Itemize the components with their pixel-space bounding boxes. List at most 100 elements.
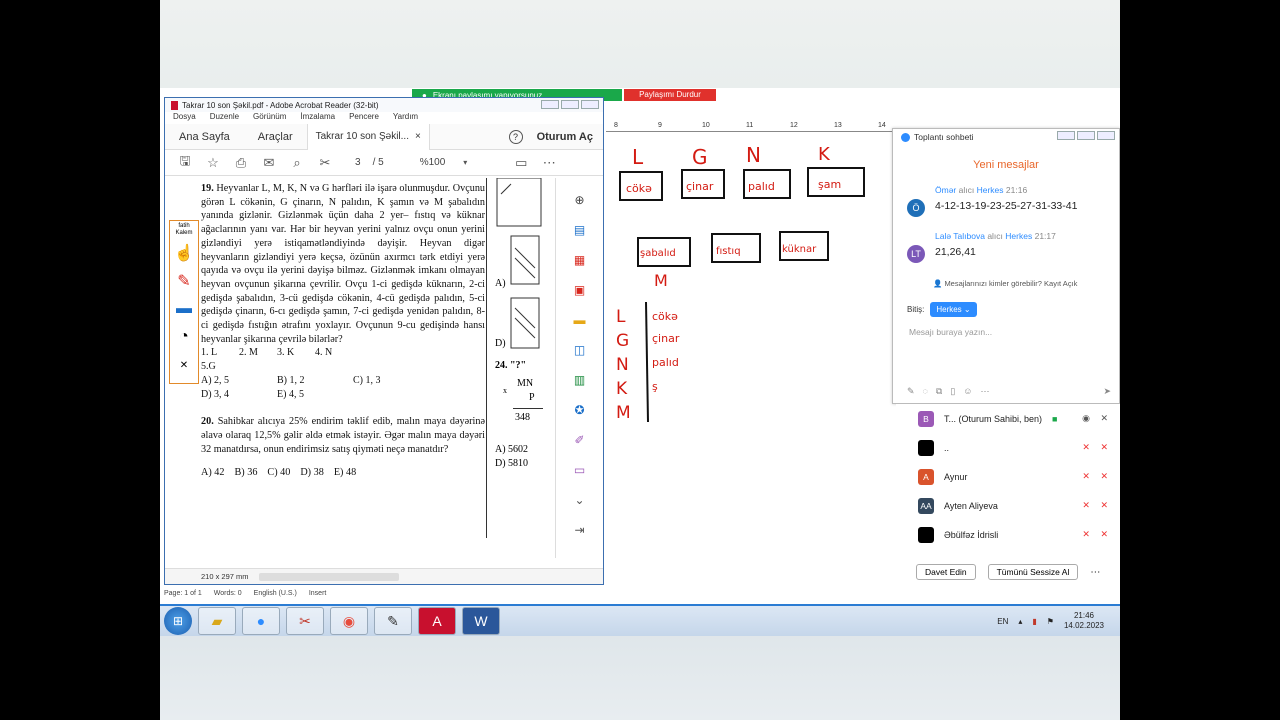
excel-icon[interactable]: ▥ [572, 372, 588, 388]
stamp-icon[interactable]: ✪ [572, 402, 588, 418]
whiteboard[interactable]: L G N K cökə çinar palıd şam şabalıd fıs… [606, 132, 896, 592]
comment-icon[interactable]: ▭ [513, 155, 529, 171]
invite-button[interactable]: Davet Edin [916, 564, 976, 580]
option-b: B) 1, 2 [277, 374, 305, 386]
close-button[interactable] [581, 100, 599, 109]
acrobat-icon[interactable]: A [418, 607, 456, 635]
shapes-icon[interactable]: ◔ [172, 325, 196, 349]
hand-icon[interactable]: ☝ [172, 241, 196, 265]
new-messages-label: Yeni mesajlar [973, 159, 1039, 171]
combine-icon[interactable]: ◫ [572, 342, 588, 358]
comment-tool-icon[interactable]: ▬ [572, 312, 588, 328]
more-options-icon[interactable]: ⋯ [981, 386, 990, 397]
star-icon[interactable]: ☆ [205, 155, 221, 171]
mic-video-icons[interactable]: ◉ ✕ [1082, 413, 1112, 424]
emoji-icon[interactable]: ☺ [963, 386, 972, 397]
format-icon[interactable]: ✎ [907, 386, 915, 397]
screenshot-icon[interactable]: ◌ [923, 386, 928, 397]
file-icon[interactable]: ▯ [950, 386, 955, 397]
chevron-down-icon[interactable]: ▾ [457, 155, 473, 171]
flag-icon[interactable]: ⚑ [1047, 617, 1054, 626]
close-pen-icon[interactable]: ✕ [172, 353, 196, 377]
question-19-options: A) 2, 5 B) 1, 2 C) 1, 3 D) 3, 4 E) 4, 5 [201, 374, 485, 401]
participants-panel: B T... (Oturum Sahibi, ben) ■ ◉ ✕ .. ✕ ✕… [896, 404, 1120, 584]
menu-file[interactable]: Dosya [173, 112, 196, 124]
participant-row[interactable]: AA Ayten Aliyeva ✕ ✕ [896, 491, 1120, 520]
more-participants-icon[interactable]: ⋯ [1090, 567, 1100, 578]
ruler-14: 14 [878, 122, 886, 129]
help-icon[interactable]: ? [508, 129, 523, 144]
chat-input[interactable]: Mesajı buraya yazın... [909, 327, 1119, 337]
people-icon: 👤 [933, 279, 943, 288]
chrome-icon[interactable]: ◉ [330, 607, 368, 635]
chat-minimize-button[interactable] [1057, 131, 1075, 140]
mute-all-button[interactable]: Tümünü Sessize Al [987, 564, 1079, 580]
expand-icon[interactable]: ⌄ [572, 492, 588, 508]
participant-row[interactable]: Əbülfəz İdrisli ✕ ✕ [896, 520, 1120, 549]
scissors-icon[interactable]: ✂ [317, 155, 333, 171]
recipient-dropdown[interactable]: Herkes ⌄ [930, 302, 977, 317]
marker-icon[interactable]: ✎ [172, 269, 196, 293]
zoom-icon[interactable]: ● [242, 607, 280, 635]
explorer-icon[interactable]: ▰ [198, 607, 236, 635]
menu-help[interactable]: Yardım [393, 112, 418, 124]
send-icon[interactable]: ➤ [1103, 386, 1111, 397]
maximize-button[interactable] [561, 100, 579, 109]
tab-tools[interactable]: Araçlar [244, 131, 307, 143]
chat-message: LT 21,26,41 [893, 245, 1119, 263]
zoom-in-icon[interactable]: ⊕ [572, 192, 588, 208]
box-kuknar-label: küknar [782, 244, 817, 255]
mail-icon[interactable]: ✉ [261, 155, 277, 171]
code-icon[interactable]: ⧉ [936, 386, 942, 397]
pen-app-icon[interactable]: ✎ [374, 607, 412, 635]
export-icon[interactable]: ▣ [572, 282, 588, 298]
horizontal-scrollbar[interactable] [258, 572, 399, 581]
participants-footer: Davet Edin Tümünü Sessize Al ⋯ [896, 560, 1120, 584]
snipping-icon[interactable]: ✂ [286, 607, 324, 635]
muted-icons[interactable]: ✕ ✕ [1082, 471, 1112, 482]
search-icon[interactable]: ⌕ [289, 155, 305, 171]
eraser-icon[interactable]: ▬ [172, 297, 196, 321]
document-icon[interactable]: ▭ [572, 462, 588, 478]
print-icon[interactable]: ⎙ [233, 155, 249, 171]
create-pdf-icon[interactable]: ▤ [572, 222, 588, 238]
more-icon[interactable]: ⋯ [541, 155, 557, 171]
muted-icons[interactable]: ✕ ✕ [1082, 442, 1112, 453]
question-19-items: 1. L 2. M 3. K 4. N 5.G [201, 346, 485, 373]
page-number-input[interactable]: 3 [355, 157, 361, 168]
collapse-pane-icon[interactable]: ⇥ [572, 522, 588, 538]
menu-edit[interactable]: Duzenle [210, 112, 239, 124]
close-tab-icon[interactable]: × [415, 131, 421, 142]
start-button[interactable]: ⊞ [164, 607, 192, 635]
participant-row[interactable]: B T... (Oturum Sahibi, ben) ■ ◉ ✕ [896, 404, 1120, 433]
word-icon[interactable]: W [462, 607, 500, 635]
avatar: LT [907, 245, 925, 263]
chat-close-button[interactable] [1097, 131, 1115, 140]
language-indicator[interactable]: EN [997, 617, 1008, 626]
network-icon[interactable]: ▮ [1032, 617, 1036, 626]
minimize-button[interactable] [541, 100, 559, 109]
participant-row[interactable]: .. ✕ ✕ [896, 433, 1120, 462]
tab-document[interactable]: Takrar 10 son Şəkil... × [306, 123, 430, 150]
stop-share-button[interactable]: Paylaşımı Durdur [624, 89, 716, 101]
menu-view[interactable]: Görünüm [253, 112, 286, 124]
clock[interactable]: 21:46 14.02.2023 [1064, 611, 1104, 631]
page-count: / 5 [372, 157, 384, 168]
menu-sign[interactable]: İmzalama [300, 112, 335, 124]
signin-button[interactable]: Oturum Aç [537, 131, 593, 143]
tab-bar: Ana Sayfa Araçlar Takrar 10 son Şəkil...… [165, 123, 603, 150]
zoom-select[interactable]: %100 [420, 157, 446, 168]
menu-window[interactable]: Pencere [349, 112, 379, 124]
participant-row[interactable]: A Aynur ✕ ✕ [896, 462, 1120, 491]
muted-icons[interactable]: ✕ ✕ [1082, 529, 1112, 540]
option-e: E) 4, 5 [277, 388, 304, 400]
privacy-note[interactable]: 👤 Mesajlarınızı kimler görebilir? Kayıt … [933, 279, 1119, 288]
tray-arrow-icon[interactable]: ▴ [1018, 617, 1022, 626]
chat-maximize-button[interactable] [1077, 131, 1095, 140]
organize-icon[interactable]: ▦ [572, 252, 588, 268]
fill-sign-icon[interactable]: ✐ [572, 432, 588, 448]
table-val-k: ş [652, 380, 658, 393]
save-icon[interactable]: 🖫 [177, 153, 193, 171]
muted-icons[interactable]: ✕ ✕ [1082, 500, 1112, 511]
tab-home[interactable]: Ana Sayfa [165, 131, 244, 143]
